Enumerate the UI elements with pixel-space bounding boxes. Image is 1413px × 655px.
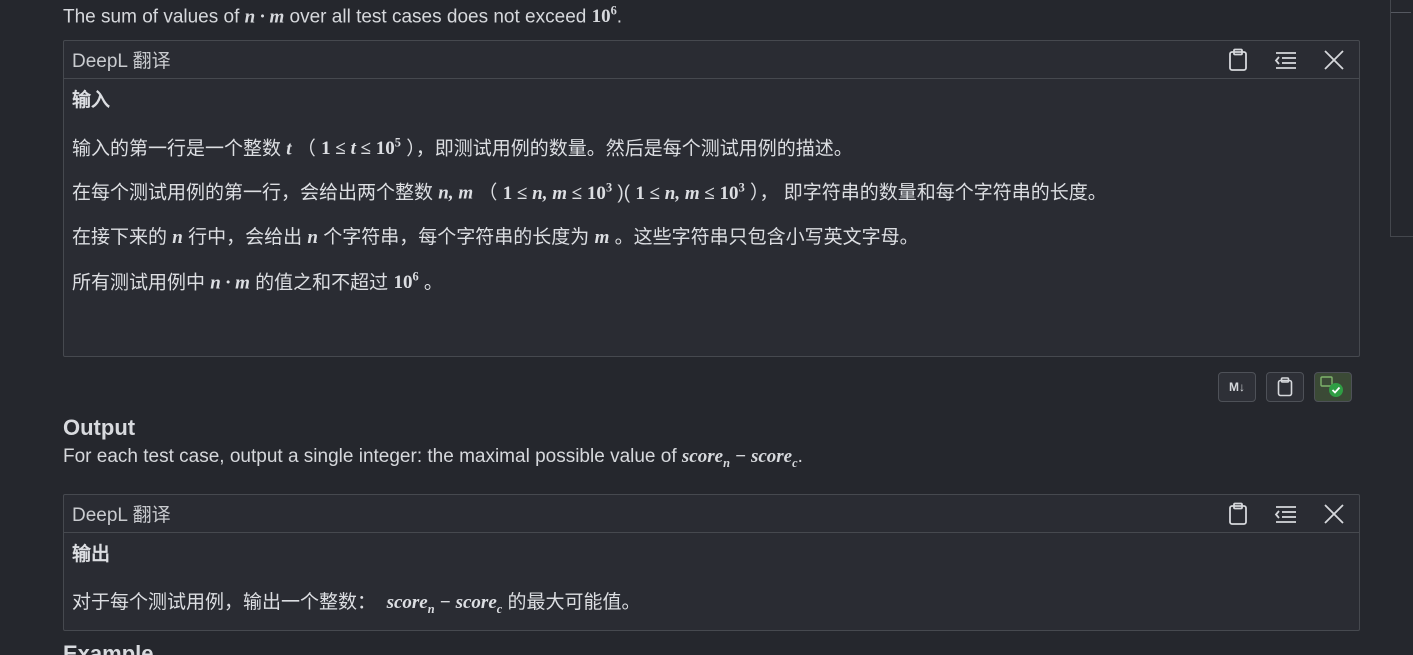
copy-button[interactable]: [1266, 372, 1304, 402]
panel-title: DeepL 翻译: [72, 51, 171, 72]
paragraph-2: 在每个测试用例的第一行，会给出两个整数 n, m （ 1 ≤ n, m ≤ 10…: [72, 180, 1107, 204]
copy-icon[interactable]: [1225, 501, 1251, 527]
panel-actions: [1225, 47, 1351, 73]
output-description: For each test case, output a single inte…: [63, 446, 803, 470]
translate-done-button[interactable]: [1314, 372, 1352, 402]
side-panel-edge: [1390, 0, 1413, 237]
translate-check-icon: [1320, 376, 1343, 397]
panel-title: DeepL 翻译: [72, 505, 171, 526]
paragraph-4: 所有测试用例中 n · m 的值之和不超过 106 。: [72, 269, 443, 294]
section-heading-output: 输出: [72, 544, 111, 565]
markdown-button[interactable]: M↓: [1218, 372, 1256, 402]
constraint-sentence: The sum of values of n · m over all test…: [63, 4, 623, 28]
output-paragraph: 对于每个测试用例，输出一个整数： scoren − scorec 的最大可能值。: [72, 591, 641, 616]
panel-body: 输出 对于每个测试用例，输出一个整数： scoren − scorec 的最大可…: [64, 533, 1359, 628]
problem-statement-page: The sum of values of n · m over all test…: [0, 0, 1413, 655]
deepl-input-translation-panel: DeepL 翻译 输入 输入的第一行是一个整数 t （ 1 ≤ t ≤ 105 …: [63, 40, 1360, 357]
translation-toolbar: M↓: [1218, 372, 1352, 402]
example-section-title: Example: [63, 641, 154, 655]
close-icon[interactable]: [1321, 47, 1347, 73]
panel-header: DeepL 翻译: [64, 41, 1359, 79]
collapse-lines-icon[interactable]: [1273, 501, 1299, 527]
panel-actions: [1225, 501, 1351, 527]
copy-icon: [1277, 377, 1293, 397]
section-heading-input: 输入: [72, 90, 111, 111]
collapse-lines-icon[interactable]: [1273, 47, 1299, 73]
output-section-title: Output: [63, 415, 136, 440]
panel-header: DeepL 翻译: [64, 495, 1359, 533]
deepl-output-translation-panel: DeepL 翻译 输出 对于每个测试用例，输出一个整数： scoren − sc…: [63, 494, 1360, 631]
paragraph-1: 输入的第一行是一个整数 t （ 1 ≤ t ≤ 105 ），即测试用例的数量。然…: [72, 135, 853, 159]
paragraph-3: 在接下来的 n 行中，会给出 n 个字符串，每个字符串的长度为 m 。这些字符串…: [72, 227, 919, 249]
copy-icon[interactable]: [1225, 47, 1251, 73]
close-icon[interactable]: [1321, 501, 1347, 527]
panel-body: 输入 输入的第一行是一个整数 t （ 1 ≤ t ≤ 105 ），即测试用例的数…: [64, 79, 1359, 307]
